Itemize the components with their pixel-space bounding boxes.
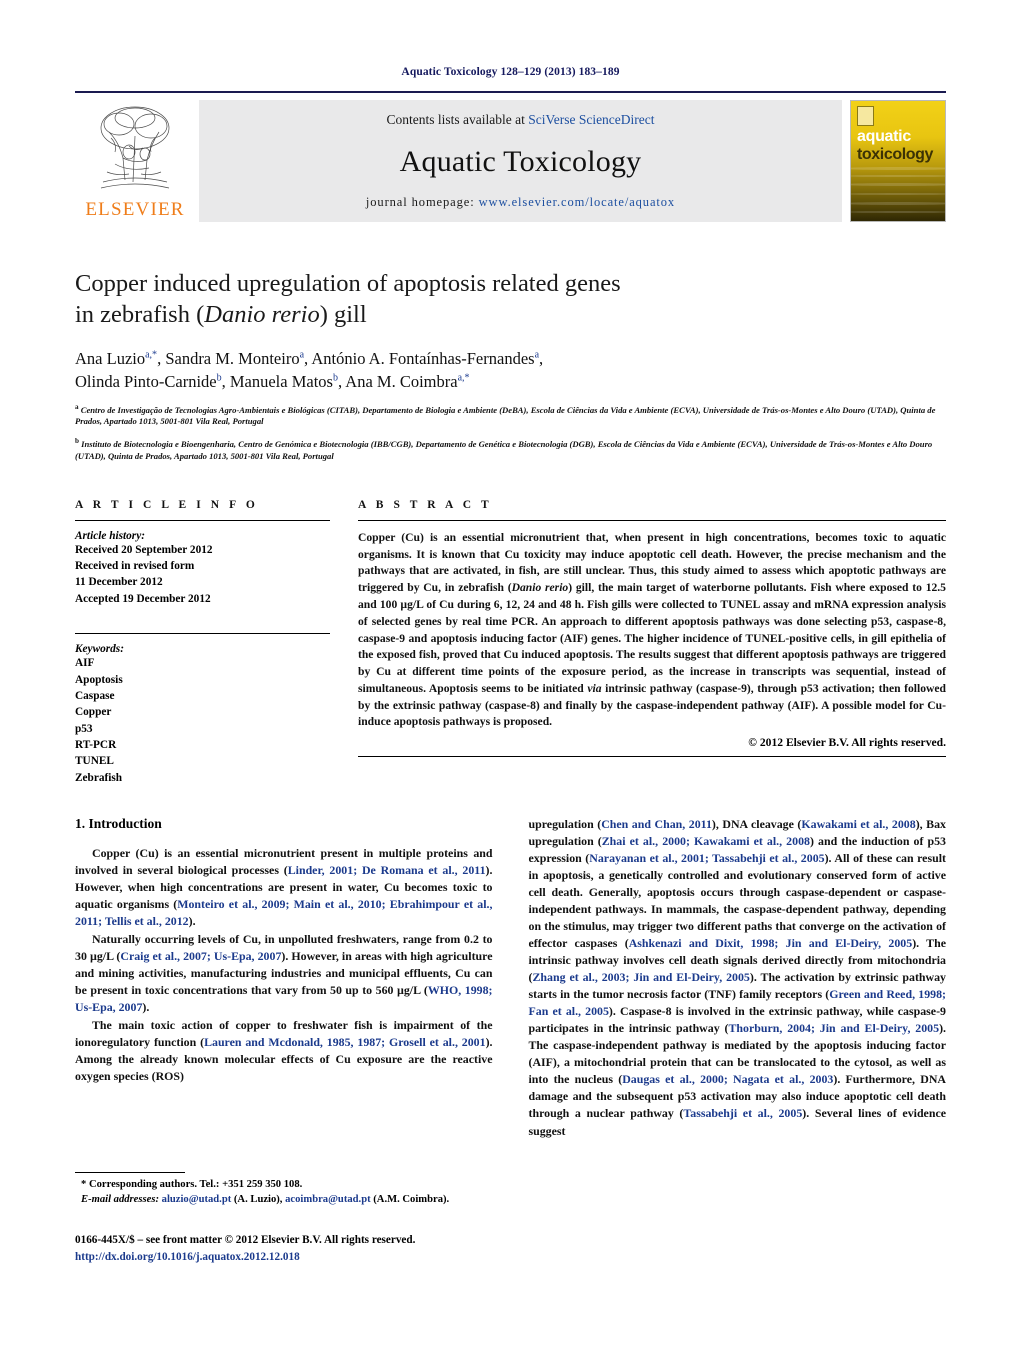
history-item: Accepted 19 December 2012 — [75, 592, 211, 605]
footnote-rule — [75, 1172, 185, 1173]
keywords-block: Keywords: AIF Apoptosis Caspase Copper p… — [75, 643, 330, 786]
history-item: Received in revised form — [75, 560, 195, 573]
title-line-1: Copper induced upregulation of apoptosis… — [75, 270, 621, 297]
issn-copyright-line: 0166-445X/$ – see front matter © 2012 El… — [75, 1234, 416, 1246]
elsevier-logo: ELSEVIER — [75, 100, 195, 222]
journal-cover-thumbnail: aquatic toxicology — [850, 100, 946, 222]
homepage-prefix: journal homepage: — [365, 195, 479, 209]
email-owner-coimbra: (A.M. Coimbra). — [373, 1193, 450, 1205]
journal-homepage-line: journal homepage: www.elsevier.com/locat… — [366, 195, 675, 210]
abstract-label: A B S T R A C T — [358, 498, 493, 511]
keyword-item: RT-PCR — [75, 739, 117, 752]
keyword-item: Zebrafish — [75, 771, 123, 784]
journal-title: Aquatic Toxicology — [399, 144, 642, 178]
history-item: Received 20 September 2012 — [75, 543, 213, 556]
elsevier-wordmark: ELSEVIER — [85, 199, 185, 220]
article-header: Copper induced upregulation of apoptosis… — [75, 268, 946, 786]
email-owner-luzio: (A. Luzio), — [233, 1193, 283, 1205]
keyword-item: Apoptosis — [75, 673, 123, 686]
history-item: 11 December 2012 — [75, 576, 163, 589]
info-abstract-row: A R T I C L E I N F O Article history: R… — [75, 499, 946, 787]
contents-prefix: Contents lists available at — [386, 112, 529, 127]
cover-publisher-badge — [857, 106, 874, 126]
journal-masthead: ELSEVIER Contents lists available at Sci… — [75, 91, 946, 222]
footnote-block: * Corresponding authors. Tel.: +351 259 … — [75, 1172, 495, 1208]
sciencedirect-link[interactable]: SciVerse ScienceDirect — [528, 112, 654, 127]
keyword-item: TUNEL — [75, 755, 114, 768]
keyword-item: AIF — [75, 657, 95, 670]
keywords-heading: Keywords: — [75, 643, 124, 656]
abstract-text: Copper (Cu) is an essential micronutrien… — [358, 530, 946, 729]
corresponding-author-note: * Corresponding authors. Tel.: +351 259 … — [81, 1179, 303, 1190]
title-line-2-pre: in zebrafish ( — [75, 301, 205, 329]
title-line-2-post: ) gill — [319, 301, 367, 329]
paragraph: The main toxic action of copper to fresh… — [75, 1018, 493, 1084]
section-heading-introduction: 1. Introduction — [75, 816, 162, 832]
email-link-coimbra[interactable]: acoimbra@utad.pt — [285, 1194, 371, 1205]
article-page: Aquatic Toxicology 128–129 (2013) 183–18… — [0, 0, 1021, 1351]
introduction-section: 1. Introduction Copper (Cu) is an essent… — [75, 816, 946, 1140]
body-column-right: upregulation (Chen and Chan, 2011), DNA … — [529, 816, 947, 1140]
abstract-copyright: © 2012 Elsevier B.V. All rights reserved… — [748, 736, 946, 750]
sciencedirect-banner: Contents lists available at SciVerse Sci… — [199, 100, 842, 222]
keyword-item: p53 — [75, 722, 93, 735]
author-line-1: Ana Luzioa,*, Sandra M. Monteiroa, Antón… — [75, 348, 544, 368]
paragraph: Copper (Cu) is an essential micronutrien… — [75, 846, 493, 929]
email-addresses-note: E-mail addresses: aluzio@utad.pt (A. Luz… — [75, 1193, 495, 1208]
keyword-item: Copper — [75, 706, 112, 719]
paragraph: Naturally occurring levels of Cu, in unp… — [75, 932, 493, 1015]
cover-title-line2: toxicology — [857, 146, 934, 163]
front-matter-block: 0166-445X/$ – see front matter © 2012 El… — [75, 1232, 575, 1266]
article-info-column: A R T I C L E I N F O Article history: R… — [75, 499, 354, 787]
affiliation-a: a Centro de Investigação de Tecnologias … — [75, 402, 936, 427]
email-label: E-mail addresses: — [81, 1193, 159, 1205]
keyword-item: Caspase — [75, 689, 115, 702]
cover-title-line1: aquatic — [857, 128, 911, 145]
email-link-luzio[interactable]: aluzio@utad.pt — [162, 1194, 232, 1205]
running-head: Aquatic Toxicology 128–129 (2013) 183–18… — [401, 66, 620, 78]
author-line-2: Olinda Pinto-Carnideb, Manuela Matosb, A… — [75, 372, 470, 392]
body-column-left: 1. Introduction Copper (Cu) is an essent… — [75, 816, 493, 1140]
contents-list-line: Contents lists available at SciVerse Sci… — [386, 112, 654, 128]
abstract-column: A B S T R A C T Copper (Cu) is an essent… — [354, 499, 946, 787]
affiliation-b: b Instituto de Biotecnologia e Bioengenh… — [75, 437, 933, 461]
elsevier-tree-icon — [100, 106, 170, 189]
title-species-name: Danio rerio — [204, 301, 320, 329]
article-history-heading: Article history: — [75, 529, 145, 542]
paragraph: upregulation (Chen and Chan, 2011), DNA … — [528, 817, 947, 1138]
author-list: Ana Luzioa,*, Sandra M. Monteiroa, Antón… — [75, 347, 946, 394]
homepage-url-link[interactable]: www.elsevier.com/locate/aquatox — [479, 195, 675, 209]
page-title: Copper induced upregulation of apoptosis… — [75, 268, 946, 331]
article-info-label: A R T I C L E I N F O — [75, 498, 259, 511]
doi-link[interactable]: http://dx.doi.org/10.1016/j.aquatox.2012… — [75, 1249, 575, 1266]
